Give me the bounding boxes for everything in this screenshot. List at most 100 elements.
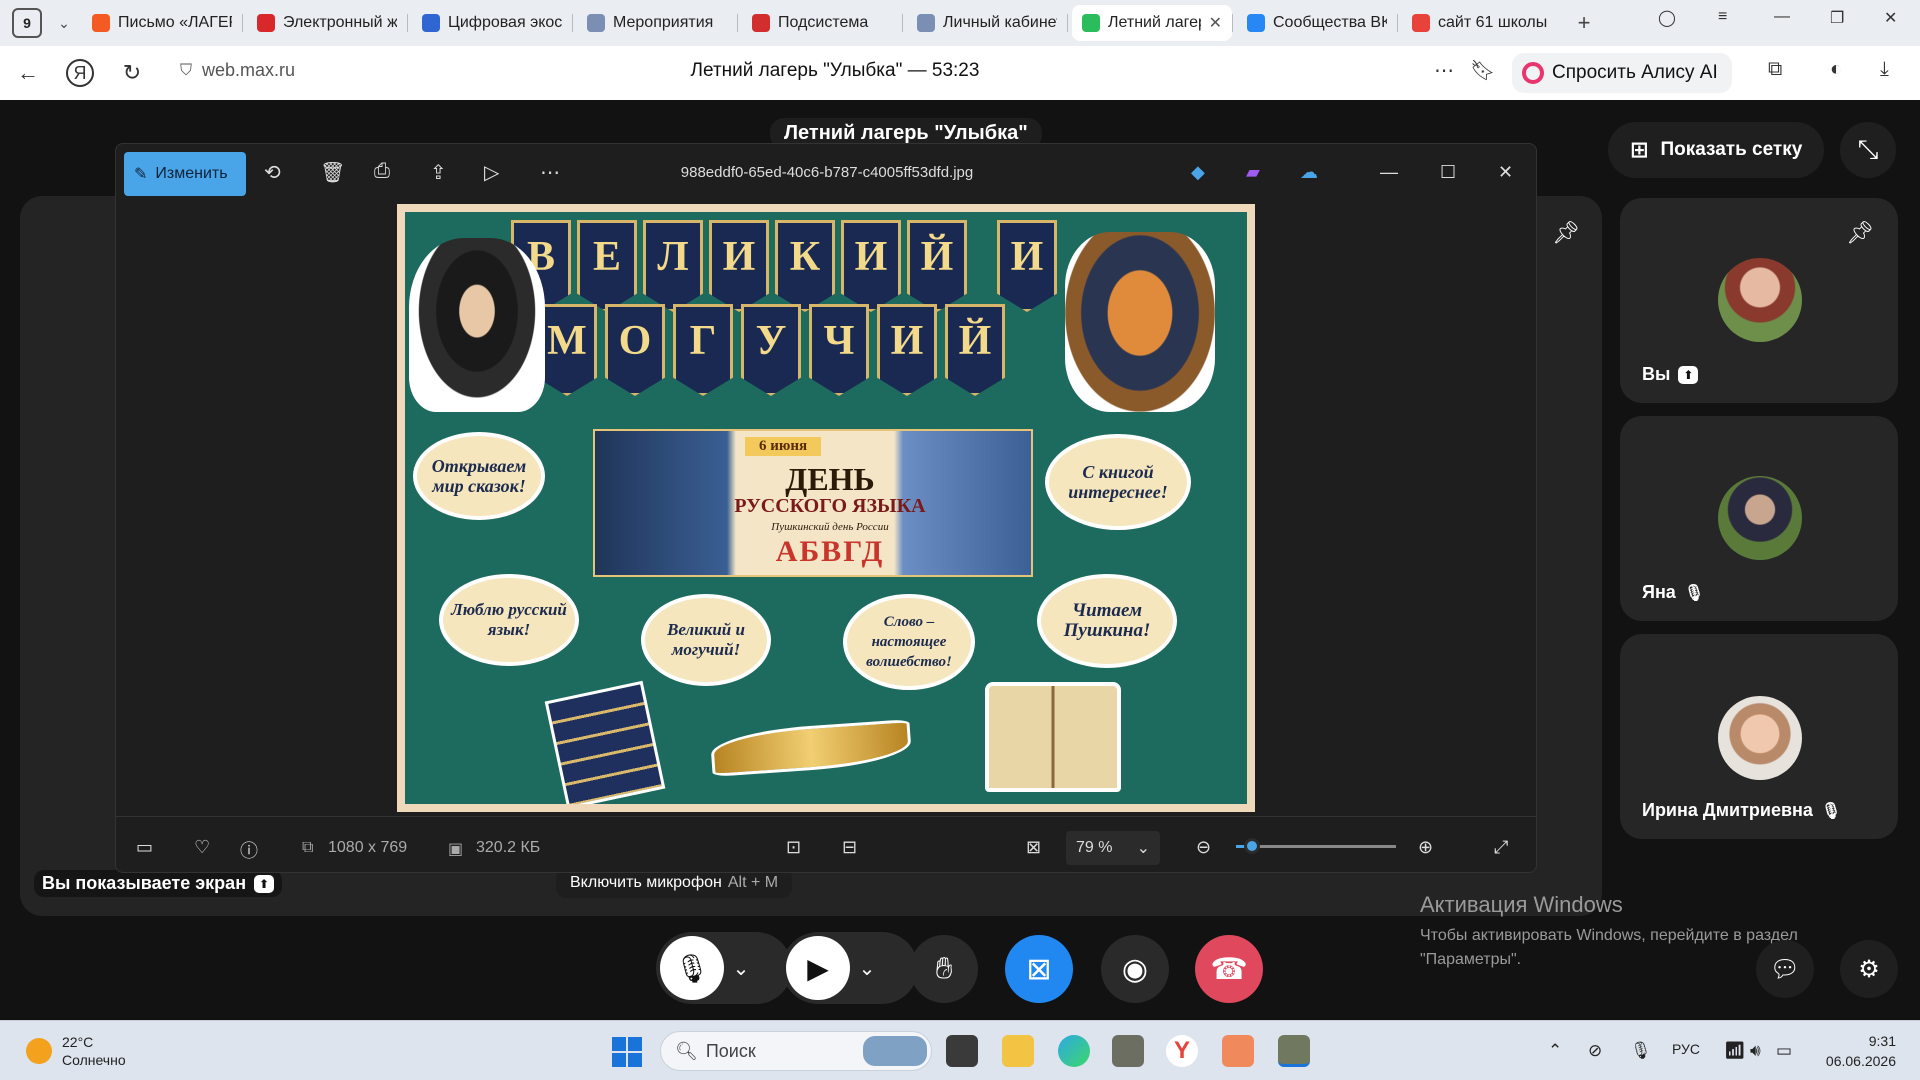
hang-up-icon[interactable]: ☎︎	[1195, 935, 1263, 1003]
clipchamp-icon[interactable]: ▰	[1246, 162, 1260, 183]
menu-icon[interactable]: ≡	[1718, 8, 1727, 26]
quill	[709, 719, 913, 777]
ocr-icon[interactable]: ⊟	[842, 837, 857, 858]
search-highlight-image	[863, 1036, 927, 1066]
browser-tab[interactable]: Мероприятия	[577, 5, 737, 41]
browser-tab[interactable]: Летний лагерь ✕	[1072, 5, 1232, 41]
close-tab-icon[interactable]: ✕	[1209, 13, 1222, 33]
participant-name: Ирина Дмитриевна	[1642, 800, 1813, 820]
participant-tile[interactable]: Ирина Дмитриевна 🎙︎	[1620, 634, 1898, 839]
filmstrip-icon[interactable]: ▭	[136, 837, 153, 858]
profile-icon[interactable]: ◯	[1658, 8, 1676, 28]
start-button[interactable]	[612, 1037, 642, 1067]
mic-off-icon[interactable]: 🎙︎	[660, 936, 724, 1000]
favicon-icon	[917, 14, 935, 32]
browser-tab[interactable]: Подсистема	[742, 5, 902, 41]
download-icon[interactable]: ⤓	[1880, 58, 1889, 81]
show-grid-button[interactable]: ⊞ Показать сетку	[1608, 122, 1825, 178]
info-icon[interactable]: ⓘ	[240, 837, 258, 863]
chevron-down-icon[interactable]: ⌄	[850, 956, 884, 981]
tab-counter[interactable]: 9	[12, 8, 42, 38]
alisa-button[interactable]: Спросить Алису AI	[1512, 53, 1732, 93]
system-clock[interactable]: 9:31 06.06.2026	[1820, 1031, 1896, 1071]
zoom-select[interactable]: 79 % ⌄	[1066, 831, 1160, 865]
file-size: 320.2 КБ	[476, 839, 541, 856]
avatar	[1718, 476, 1802, 560]
letter-flag: И	[997, 220, 1057, 312]
heart-icon[interactable]: ♡	[194, 837, 210, 858]
slider-handle[interactable]	[1244, 838, 1260, 854]
app-icon[interactable]	[1112, 1035, 1144, 1067]
upload-icon: ⬆	[254, 874, 275, 893]
collapse-icon[interactable]: ⤡	[1840, 122, 1896, 178]
participant-tile[interactable]: Яна 🎙︎	[1620, 416, 1898, 621]
browser-tab[interactable]: Цифровая экосистема	[412, 5, 572, 41]
screen-share-icon[interactable]: ⊠	[1005, 935, 1073, 1003]
pin-icon[interactable]: 📌︎	[1846, 220, 1874, 246]
image-dimensions: 1080 x 769	[328, 839, 408, 856]
browser-tab[interactable]: Сообщества ВКонтакте	[1237, 5, 1397, 41]
crop-icon[interactable]: ⊡	[786, 837, 801, 858]
minimize-icon[interactable]: —	[1774, 8, 1790, 26]
minimize-icon[interactable]: —	[1380, 162, 1398, 183]
browser-tab[interactable]: сайт 61 школы	[1402, 5, 1562, 41]
tab-separator	[407, 14, 408, 32]
chevron-down-icon[interactable]: ⌄	[50, 9, 78, 37]
pin-icon[interactable]: 📌︎	[1552, 220, 1580, 246]
weather-widget[interactable]: 22°C Солнечно	[26, 1033, 126, 1069]
fullscreen-icon[interactable]: ⤢	[1494, 837, 1508, 858]
browser-tab[interactable]: Электронный журнал	[247, 5, 407, 41]
edge-icon[interactable]	[1058, 1035, 1090, 1067]
new-tab-button[interactable]: +	[1570, 9, 1598, 37]
browser-tab[interactable]: Письмо «ЛАГЕРЬ»	[82, 5, 242, 41]
chat-icon[interactable]: 💬︎	[1756, 940, 1814, 998]
browser-tab[interactable]: Личный кабинет	[907, 5, 1067, 41]
zoom-slider[interactable]	[1236, 838, 1396, 854]
participant-tile[interactable]: 📌︎ Вы ⬆	[1620, 198, 1898, 403]
tab-separator	[737, 14, 738, 32]
restore-icon[interactable]: ❐	[1830, 8, 1844, 28]
pushkin-portrait	[409, 238, 545, 412]
screen-recorder-icon[interactable]	[1222, 1035, 1254, 1067]
cloud-off-icon[interactable]: ⊘	[1588, 1041, 1602, 1061]
microphone-icon[interactable]: 🎙︎	[1630, 1041, 1652, 1061]
displayed-image: ВЕЛИКИЙИ МОГУЧИЙ 6 июня ДЕНЬ РУССКОГО ЯЗ…	[397, 204, 1255, 812]
sticker: Открываем мир сказок!	[413, 432, 545, 520]
close-icon[interactable]: ✕	[1498, 162, 1513, 183]
onedrive-icon[interactable]: ☁︎	[1300, 162, 1318, 183]
more-icon[interactable]: ⋯	[1434, 58, 1454, 83]
taskbar-search[interactable]: 🔍︎ Поиск	[660, 1031, 932, 1071]
zoom-out-icon[interactable]: ⊖	[1196, 837, 1211, 858]
gear-icon[interactable]: ⚙	[1840, 940, 1898, 998]
wifi-icon[interactable]: 📶︎	[1724, 1041, 1746, 1061]
photos-icon[interactable]	[1278, 1035, 1310, 1067]
battery-icon[interactable]: ▭	[1776, 1041, 1792, 1061]
designer-icon[interactable]: ◆	[1191, 162, 1205, 183]
file-name: 988eddf0-65ed-40c6-b787-c4005ff53dfd.jpg	[680, 164, 974, 181]
volume-icon[interactable]: 🔊︎	[1750, 1041, 1761, 1061]
favicon-icon	[257, 14, 275, 32]
chevron-down-icon: ⌄	[1136, 840, 1150, 857]
zoom-in-icon[interactable]: ⊕	[1418, 837, 1433, 858]
maximize-icon[interactable]: ☐	[1440, 162, 1456, 183]
chevron-up-icon[interactable]: ⌃	[1548, 1041, 1562, 1061]
viewer-status-bar: ▭ ♡ ⓘ ⧉ 1080 x 769 ▣ 320.2 КБ ⊡ ⊟ ⊠ 79 %…	[116, 816, 1536, 872]
poster: ВЕЛИКИЙИ МОГУЧИЙ 6 июня ДЕНЬ РУССКОГО ЯЗ…	[405, 212, 1247, 804]
yandex-browser-icon[interactable]: Y	[1166, 1035, 1198, 1067]
sticker: Читаем Пушкина!	[1037, 574, 1177, 668]
bookmark-icon[interactable]: 🔖︎	[1470, 58, 1495, 83]
cat-scholar	[1065, 232, 1215, 412]
close-icon[interactable]: ✕	[1884, 8, 1897, 28]
reader-icon[interactable]: ⧉	[1768, 58, 1782, 81]
file-explorer-icon[interactable]	[1002, 1035, 1034, 1067]
raise-hand-icon[interactable]: ✋︎	[910, 935, 978, 1003]
record-icon[interactable]: ◉	[1101, 935, 1169, 1003]
favicon-icon	[752, 14, 770, 32]
language-indicator[interactable]: РУС	[1672, 1041, 1700, 1057]
tab-title: Письмо «ЛАГЕРЬ»	[118, 14, 232, 31]
actual-size-icon[interactable]: ⊠	[1026, 837, 1041, 858]
task-view-icon[interactable]	[946, 1035, 978, 1067]
camera-off-icon[interactable]: ▶︎	[786, 936, 850, 1000]
chevron-down-icon[interactable]: ⌄	[724, 956, 758, 981]
extension-icon[interactable]: ◐	[1830, 58, 1842, 81]
